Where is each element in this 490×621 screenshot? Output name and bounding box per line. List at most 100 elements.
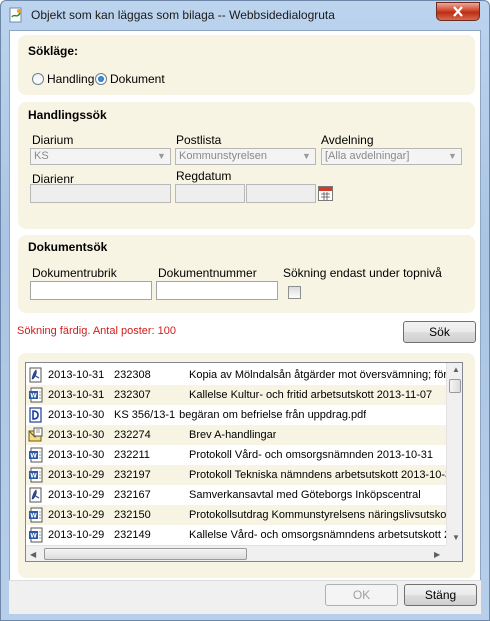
postlista-select[interactable]: Kommunstyrelsen ▼: [175, 148, 316, 165]
result-row[interactable]: W 2013-10-31 232307 Kallelse Kultur- och fr…: [26, 385, 446, 405]
result-row[interactable]: W 2013-10-30 232211 Protokoll Vård- och oms…: [26, 445, 446, 465]
result-description: Brev A-handlingar: [189, 429, 277, 441]
result-description: Kopia av Mölndalsån åtgärder mot översvä…: [189, 369, 446, 381]
result-number: 232167: [114, 489, 151, 501]
result-date: 2013-10-29: [48, 509, 105, 521]
svg-text:W: W: [30, 393, 37, 400]
diarium-select[interactable]: KS ▼: [30, 148, 171, 165]
radio-dokument[interactable]: [95, 73, 107, 85]
nummer-label: Dokumentnummer: [158, 266, 257, 280]
page-icon: [9, 7, 22, 23]
chevron-down-icon: ▼: [157, 151, 166, 161]
result-number: 232149: [114, 529, 151, 541]
horizontal-scrollbar[interactable]: ◀ ▶: [26, 545, 446, 561]
radio-handling-row[interactable]: Handling: [32, 72, 94, 86]
postlista-label: Postlista: [176, 133, 222, 147]
ok-button-label: OK: [352, 588, 371, 602]
case-search-panel: Handlingssök: [18, 102, 475, 229]
result-description: Kallelse Kultur- och fritid arbetsutskot…: [189, 389, 433, 401]
scroll-left-icon[interactable]: ◀: [30, 550, 36, 559]
diarienr-input[interactable]: [30, 184, 171, 203]
result-date: 2013-10-29: [48, 529, 105, 541]
result-number: KS 356/13-1: [114, 409, 176, 421]
chevron-down-icon: ▼: [448, 151, 457, 161]
doc-blue-document-icon: [29, 407, 42, 423]
avdelning-select[interactable]: [Alla avdelningar] ▼: [321, 148, 462, 165]
result-number: 232274: [114, 429, 151, 441]
ok-button[interactable]: OK: [325, 584, 398, 606]
search-mode-panel: Sökläge:: [18, 35, 475, 95]
chevron-down-icon: ▼: [302, 151, 311, 161]
toplevel-label: Sökning endast under topnivå: [283, 266, 442, 280]
svg-text:W: W: [30, 513, 37, 520]
case-search-title: Handlingssök: [28, 108, 107, 122]
avdelning-label: Avdelning: [321, 133, 374, 147]
result-row[interactable]: W 2013-10-29 232150 Protokollsutdrag Kommun…: [26, 505, 446, 525]
radio-handling[interactable]: [32, 73, 44, 85]
result-number: 232150: [114, 509, 151, 521]
word-document-icon: W: [29, 527, 43, 543]
search-button-label: Sök: [429, 325, 450, 339]
vertical-scroll-thumb[interactable]: [449, 379, 461, 393]
radio-dokument-row[interactable]: Dokument: [95, 72, 165, 86]
mail-document-icon: [28, 427, 43, 442]
result-row[interactable]: W 2013-10-29 232197 Protokoll Tekniska nämn…: [26, 465, 446, 485]
svg-text:W: W: [30, 453, 37, 460]
avdelning-value: [Alla avdelningar]: [325, 150, 410, 162]
postlista-value: Kommunstyrelsen: [179, 150, 268, 162]
doc-search-title: Dokumentsök: [28, 240, 108, 254]
scroll-down-icon[interactable]: ▼: [452, 533, 460, 542]
search-button[interactable]: Sök: [403, 321, 476, 343]
status-text: Sökning färdig. Antal poster: 100: [17, 325, 176, 337]
result-date: 2013-10-31: [48, 389, 105, 401]
result-date: 2013-10-31: [48, 369, 105, 381]
search-mode-title: Sökläge:: [28, 44, 79, 58]
horizontal-scroll-thumb[interactable]: [44, 548, 247, 560]
close-button[interactable]: [436, 2, 480, 21]
toplevel-checkbox[interactable]: [288, 286, 301, 299]
results-list[interactable]: ▲ ▼ ◀ ▶ 2013-10-31 232308 Kopia av Mölndal…: [25, 362, 463, 562]
result-date: 2013-10-29: [48, 469, 105, 481]
close-x-icon: [453, 6, 463, 17]
rubrik-label: Dokumentrubrik: [32, 266, 117, 280]
result-row[interactable]: 2013-10-30 KS 356/13-1 begäran om befriels…: [26, 405, 446, 425]
result-description: Protokoll Vård- och omsorgsnämnden 2013-…: [189, 449, 433, 461]
diarium-label: Diarium: [32, 133, 74, 147]
title-bar[interactable]: Objekt som kan läggas som bilaga -- Webb…: [1, 1, 489, 29]
result-row[interactable]: 2013-10-31 232308 Kopia av Mölndalsån åtgä…: [26, 365, 446, 385]
close-dialog-button-label: Stäng: [424, 588, 457, 602]
diarium-value: KS: [34, 150, 49, 162]
result-number: 232211: [114, 449, 150, 461]
svg-text:W: W: [30, 473, 37, 480]
result-description: Protokollsutdrag Kommunstyrelsens näring…: [189, 509, 446, 521]
calendar-icon[interactable]: [318, 186, 333, 201]
result-row[interactable]: 2013-10-29 232167 Samverkansavtal med Göte…: [26, 485, 446, 505]
scrollbar-corner: [446, 545, 462, 561]
close-dialog-button[interactable]: Stäng: [404, 584, 477, 606]
scroll-right-icon[interactable]: ▶: [434, 550, 440, 559]
nummer-input[interactable]: [156, 281, 278, 300]
word-document-icon: W: [29, 507, 43, 523]
result-date: 2013-10-29: [48, 489, 105, 501]
regdatum-label: Regdatum: [176, 169, 232, 183]
svg-text:W: W: [30, 533, 37, 540]
regdatum-from-input[interactable]: [175, 184, 245, 203]
result-description: Kallelse Vård- och omsorgsnämndens arbet…: [189, 529, 446, 541]
result-row[interactable]: W 2013-10-29 232149 Kallelse Vård- och omso…: [26, 525, 446, 545]
word-document-icon: W: [29, 387, 43, 403]
result-description: begäran om befrielse från uppdrag.pdf: [179, 409, 367, 421]
radio-dokument-label: Dokument: [110, 72, 165, 86]
result-date: 2013-10-30: [48, 409, 105, 421]
word-document-icon: W: [29, 447, 43, 463]
scroll-up-icon[interactable]: ▲: [452, 365, 460, 374]
rubrik-input[interactable]: [30, 281, 152, 300]
word-document-icon: W: [29, 467, 43, 483]
vertical-scrollbar[interactable]: ▲ ▼: [446, 363, 462, 545]
result-row[interactable]: 2013-10-30 232274 Brev A-handlingar: [26, 425, 446, 445]
result-date: 2013-10-30: [48, 449, 105, 461]
result-number: 232307: [114, 389, 151, 401]
pdf-document-icon: [29, 487, 42, 503]
regdatum-to-input[interactable]: [246, 184, 316, 203]
result-date: 2013-10-30: [48, 429, 105, 441]
result-number: 232197: [114, 469, 151, 481]
